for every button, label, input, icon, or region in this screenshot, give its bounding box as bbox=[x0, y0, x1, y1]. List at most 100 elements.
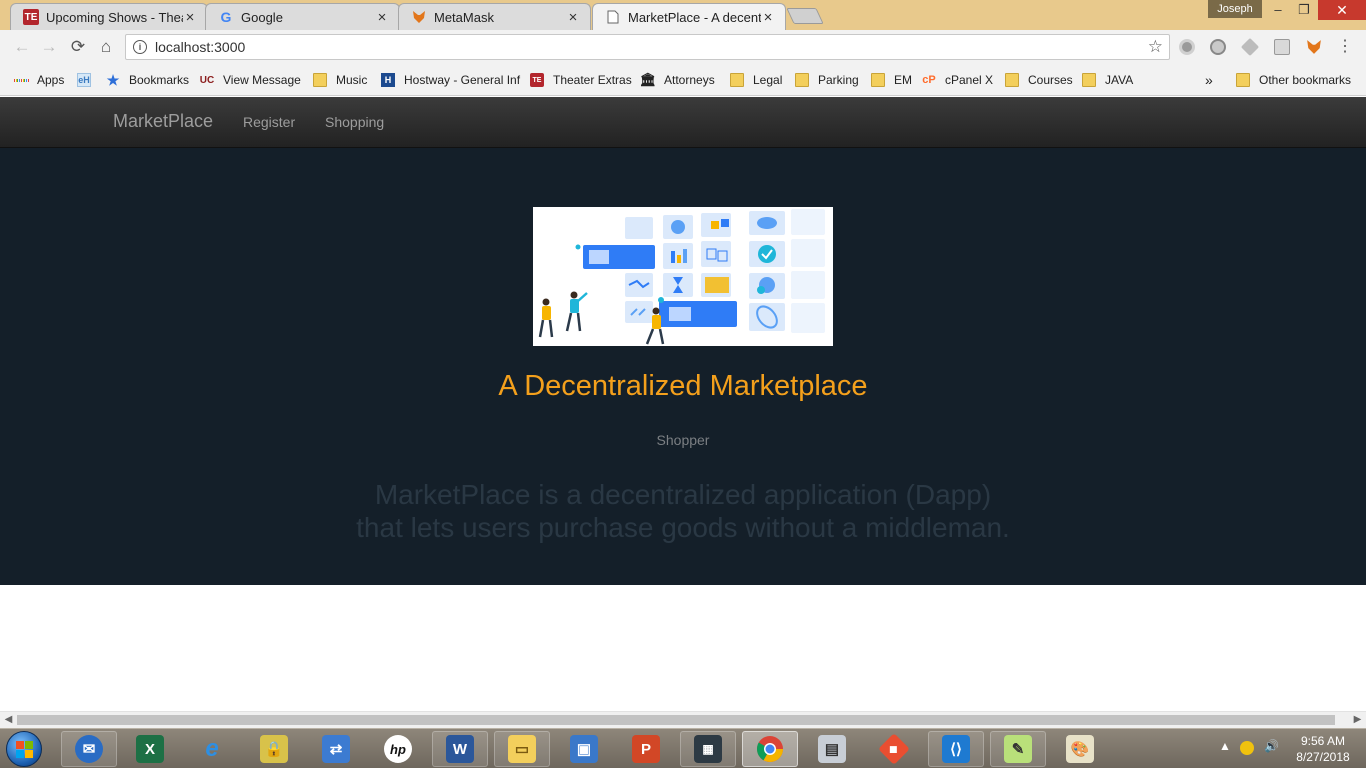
bookmark-java[interactable]: JAVA bbox=[1082, 71, 1133, 89]
bookmark-music[interactable]: Music bbox=[313, 71, 367, 89]
forward-button[interactable]: → bbox=[38, 36, 60, 58]
scroll-right-arrow-icon[interactable]: ▶ bbox=[1349, 713, 1366, 727]
bookmark-label: Bookmarks bbox=[129, 73, 190, 87]
theater-icon: TE bbox=[23, 9, 39, 25]
bookmark-label: Apps bbox=[37, 73, 65, 87]
bookmark-attorneys[interactable]: 🏛 Attorneys bbox=[639, 71, 715, 89]
site-info-icon[interactable]: i bbox=[133, 40, 147, 54]
close-tab-icon[interactable]: × bbox=[761, 9, 775, 26]
word-icon[interactable]: W bbox=[432, 731, 488, 767]
back-button[interactable]: ← bbox=[11, 36, 33, 58]
courthouse-icon: 🏛 bbox=[639, 72, 657, 87]
scroll-left-arrow-icon[interactable]: ◀ bbox=[0, 713, 17, 727]
powerpoint-icon[interactable]: P bbox=[618, 731, 674, 767]
reload-button[interactable]: ⟳ bbox=[67, 36, 89, 58]
volume-icon[interactable]: 🔊 bbox=[1264, 739, 1279, 753]
folder-icon bbox=[1082, 73, 1096, 87]
uc-icon: UC bbox=[199, 74, 215, 86]
notepad-icon[interactable]: ✎ bbox=[990, 731, 1046, 767]
bookmark-label: Courses bbox=[1028, 73, 1073, 87]
bookmarks-bar: Apps eH ★ Bookmarks UC View Message Musi… bbox=[0, 64, 1366, 96]
thunderbird-icon[interactable]: ✉ bbox=[61, 731, 117, 767]
more-bookmarks-button[interactable]: » bbox=[1205, 71, 1213, 89]
folder-icon bbox=[730, 73, 744, 87]
bookmark-courses[interactable]: Courses bbox=[1005, 71, 1073, 89]
internet-explorer-icon[interactable]: e bbox=[184, 731, 240, 767]
close-tab-icon[interactable]: × bbox=[566, 9, 580, 26]
close-tab-icon[interactable]: × bbox=[183, 9, 197, 26]
maximize-button[interactable]: ❐ bbox=[1291, 0, 1317, 20]
bookmark-label: JAVA bbox=[1105, 73, 1134, 87]
bookmark-parking[interactable]: Parking bbox=[795, 71, 859, 89]
tab-marketplace[interactable]: MarketPlace - A decentra × bbox=[592, 3, 786, 30]
chrome-icon[interactable] bbox=[742, 731, 798, 767]
hp-icon[interactable]: hp bbox=[370, 731, 426, 767]
bookmark-other[interactable]: Other bookmarks bbox=[1236, 71, 1351, 89]
bookmark-bookmarks[interactable]: ★ Bookmarks bbox=[106, 71, 189, 89]
address-bar[interactable]: i localhost:3000 ☆ bbox=[125, 34, 1170, 60]
bookmark-label: View Message bbox=[223, 73, 301, 87]
profile-button[interactable]: Joseph bbox=[1208, 0, 1262, 18]
bookmark-cpanel[interactable]: cP cPanel X bbox=[922, 71, 993, 89]
tab-upcoming-shows[interactable]: TE Upcoming Shows - Theat × bbox=[10, 3, 208, 30]
nav-register-link[interactable]: Register bbox=[243, 114, 295, 130]
folder-icon bbox=[1005, 73, 1019, 87]
tab-title: Google bbox=[241, 9, 283, 25]
close-window-button[interactable]: ✕ bbox=[1318, 0, 1366, 20]
star-icon: ★ bbox=[106, 71, 120, 88]
brand-link[interactable]: MarketPlace bbox=[113, 111, 213, 132]
paint-icon[interactable]: 🎨 bbox=[1052, 731, 1108, 767]
lock-file-icon[interactable]: 🔒 bbox=[246, 731, 302, 767]
cpanel-icon: cP bbox=[922, 74, 936, 86]
bookmark-em[interactable]: EM bbox=[871, 71, 912, 89]
scrollbar-thumb[interactable] bbox=[17, 715, 1335, 725]
bookmark-theater-extras[interactable]: TE Theater Extras bbox=[530, 71, 632, 89]
security-status-icon[interactable] bbox=[1240, 741, 1254, 755]
tab-google[interactable]: G Google × bbox=[205, 3, 400, 30]
nav-shopping-link[interactable]: Shopping bbox=[325, 114, 384, 130]
file-explorer-icon[interactable]: ▭ bbox=[494, 731, 550, 767]
browser-toolbar: ← → ⟳ ⌂ i localhost:3000 ☆ ⋮ bbox=[0, 30, 1366, 64]
hero-description: MarketPlace is a decentralized applicati… bbox=[0, 478, 1366, 544]
excel-icon[interactable]: X bbox=[122, 731, 178, 767]
minimize-button[interactable]: – bbox=[1265, 0, 1291, 20]
system-clock[interactable]: 9:56 AM 8/27/2018 bbox=[1288, 733, 1358, 765]
extension-icon[interactable] bbox=[1210, 39, 1226, 55]
drive-extension-icon[interactable] bbox=[1240, 37, 1260, 57]
start-button[interactable] bbox=[6, 731, 42, 767]
chrome-menu-icon[interactable]: ⋮ bbox=[1334, 36, 1356, 58]
close-tab-icon[interactable]: × bbox=[375, 9, 389, 26]
monitor-icon[interactable]: ▤ bbox=[804, 731, 860, 767]
tab-title: Upcoming Shows - Theat bbox=[46, 9, 183, 25]
home-button[interactable]: ⌂ bbox=[95, 36, 117, 58]
new-tab-button[interactable] bbox=[786, 8, 824, 24]
bookmark-apps[interactable]: Apps bbox=[14, 71, 64, 89]
calculator-icon[interactable]: ▦ bbox=[680, 731, 736, 767]
hero-illustration bbox=[533, 207, 833, 346]
bookmark-hostway[interactable]: H Hostway - General Inf bbox=[381, 71, 521, 89]
bookmark-view-message[interactable]: UC View Message bbox=[200, 71, 301, 89]
git-icon[interactable]: ◆ bbox=[866, 731, 922, 767]
tab-title: MetaMask bbox=[434, 9, 494, 25]
hero-description-line: MarketPlace is a decentralized applicati… bbox=[374, 479, 992, 510]
sync-icon[interactable]: ⇄ bbox=[308, 731, 364, 767]
horizontal-scrollbar[interactable]: ◀ ▶ bbox=[0, 711, 1366, 728]
metamask-fox-icon[interactable] bbox=[1306, 39, 1322, 55]
bookmark-star-icon[interactable]: ☆ bbox=[1148, 37, 1163, 57]
hero-title: A Decentralized Marketplace bbox=[498, 370, 868, 402]
hero-section: A Decentralized Marketplace Shopper Mark… bbox=[0, 148, 1366, 585]
bookmark-legal[interactable]: Legal bbox=[730, 71, 782, 89]
site-navbar: MarketPlace Register Shopping bbox=[0, 97, 1366, 148]
show-hidden-icons-button[interactable]: ▲ bbox=[1219, 739, 1231, 753]
tab-metamask[interactable]: MetaMask × bbox=[398, 3, 591, 30]
hero-description-line: that lets users purchase goods without a… bbox=[356, 512, 1010, 543]
bookmark-eh[interactable]: eH bbox=[77, 71, 100, 89]
pdf-extension-icon[interactable] bbox=[1274, 39, 1290, 55]
theater-icon: TE bbox=[530, 73, 544, 87]
vscode-icon[interactable]: ⟨⟩ bbox=[928, 731, 984, 767]
bookmark-label: Legal bbox=[753, 73, 783, 87]
google-icon: G bbox=[220, 9, 232, 25]
extension-icon[interactable] bbox=[1179, 39, 1195, 55]
remote-desktop-icon[interactable]: ▣ bbox=[556, 731, 612, 767]
folder-icon bbox=[795, 73, 809, 87]
